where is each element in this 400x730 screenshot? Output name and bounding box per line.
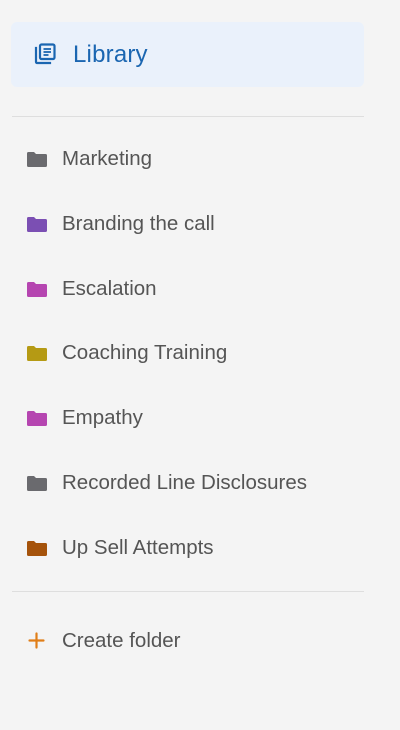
folder-label: Recorded Line Disclosures xyxy=(62,470,307,494)
folder-label: Escalation xyxy=(62,276,157,300)
divider xyxy=(12,116,364,117)
folder-list: Marketing Branding the call Escalation C… xyxy=(0,127,400,581)
folder-icon xyxy=(27,216,47,232)
folder-icon xyxy=(27,540,47,556)
folder-label: Marketing xyxy=(62,147,153,170)
folder-icon xyxy=(27,411,47,427)
folder-item-marketing[interactable]: Marketing xyxy=(0,127,400,192)
folder-item-up-sell-attempts[interactable]: Up Sell Attempts xyxy=(0,516,400,581)
library-label: Library xyxy=(73,41,148,68)
folder-icon xyxy=(27,281,47,297)
folder-item-coaching-training[interactable]: Coaching Training xyxy=(0,321,400,386)
plus-icon xyxy=(28,632,45,649)
folder-label: Coaching Training xyxy=(62,341,228,365)
folder-label: Empathy xyxy=(62,406,143,430)
folder-item-branding-the-call[interactable]: Branding the call xyxy=(0,192,400,257)
folder-label: Up Sell Attempts xyxy=(62,535,214,559)
create-folder-button[interactable]: Create folder xyxy=(0,610,400,672)
folder-icon xyxy=(27,475,47,491)
create-folder-label: Create folder xyxy=(62,629,181,652)
folder-icon xyxy=(27,346,47,362)
library-books-icon xyxy=(34,43,56,65)
folder-label: Branding the call xyxy=(62,211,215,235)
folder-icon xyxy=(27,152,47,167)
library-nav-item[interactable]: Library xyxy=(11,22,364,87)
folder-item-escalation[interactable]: Escalation xyxy=(0,257,400,322)
divider xyxy=(12,591,364,592)
folder-item-recorded-line-disclosures[interactable]: Recorded Line Disclosures xyxy=(0,451,400,516)
folder-item-empathy[interactable]: Empathy xyxy=(0,386,400,451)
library-sidebar: Library Marketing Branding the call Esca… xyxy=(0,0,400,730)
